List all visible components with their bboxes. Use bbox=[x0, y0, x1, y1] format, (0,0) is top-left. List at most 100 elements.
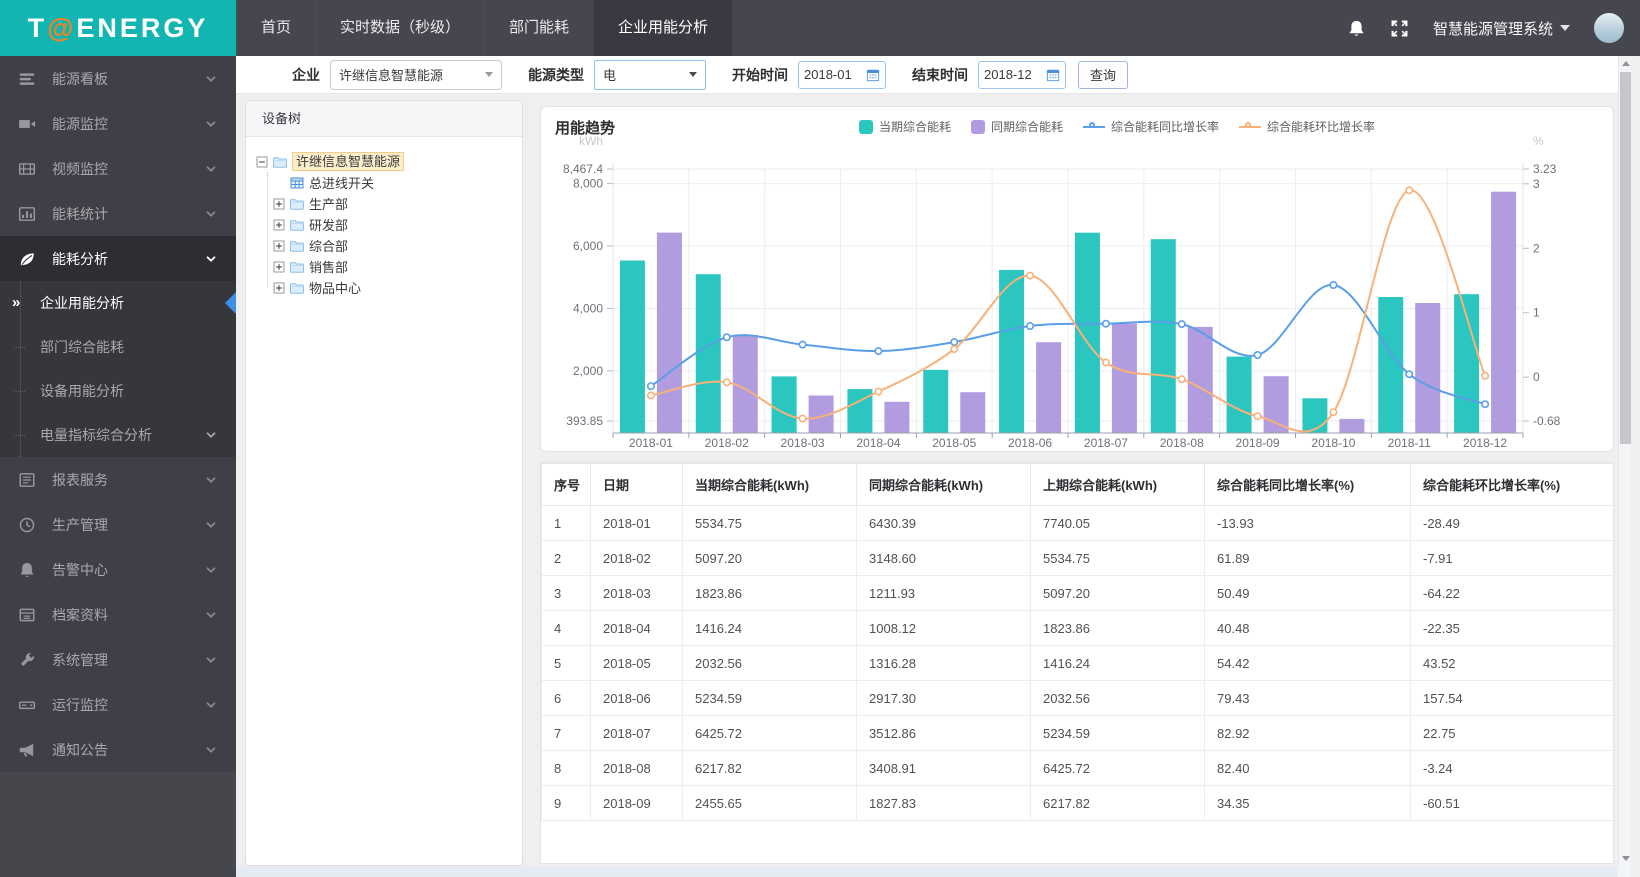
drive-icon bbox=[18, 700, 36, 709]
table-header-cell: 日期 bbox=[590, 463, 683, 506]
sidebar-subitem[interactable]: » 企业用能分析 bbox=[0, 281, 236, 325]
top-nav: 首页 实时数据（秒级） 部门能耗 企业用能分析 bbox=[236, 0, 733, 56]
sidebar-item[interactable]: 运行监控 bbox=[0, 682, 236, 727]
avatar[interactable] bbox=[1594, 13, 1624, 43]
company-select[interactable]: 许继信息智慧能源 bbox=[330, 59, 502, 90]
table-cell: 2018-04 bbox=[590, 610, 683, 646]
device-icon bbox=[290, 177, 304, 188]
calendar-icon[interactable] bbox=[1046, 68, 1060, 82]
nav-item[interactable]: 企业用能分析 bbox=[593, 0, 733, 56]
tree-node[interactable]: 研发部 bbox=[262, 214, 512, 235]
sidebar-item[interactable]: 能源看板 bbox=[0, 56, 236, 101]
table-cell: 3148.60 bbox=[856, 540, 1031, 576]
vertical-scrollbar[interactable] bbox=[1618, 56, 1631, 866]
system-name-dropdown[interactable]: 智慧能源管理系统 bbox=[1433, 18, 1570, 39]
svg-text:2018-05: 2018-05 bbox=[932, 436, 976, 450]
table-cell: -7.91 bbox=[1410, 540, 1613, 576]
tree-node[interactable]: 生产部 bbox=[262, 193, 512, 214]
sidebar-item[interactable]: 档案资料 bbox=[0, 592, 236, 637]
table-cell: 3 bbox=[541, 575, 591, 611]
table-cell: 5097.20 bbox=[1030, 575, 1205, 611]
sidebar-subitem-label: 设备用能分析 bbox=[40, 383, 124, 399]
trend-chart: 393.85 2,000 4,000 6,000 8,000 8,467.4 -0.68 0 1… bbox=[541, 107, 1613, 451]
nav-item[interactable]: 首页 bbox=[236, 0, 315, 56]
nav-item[interactable]: 部门能耗 bbox=[484, 0, 593, 56]
sidebar-item[interactable]: 能耗分析 bbox=[0, 236, 236, 281]
scroll-up-arrow-icon[interactable] bbox=[1619, 56, 1632, 71]
tree-node[interactable]: 销售部 bbox=[262, 256, 512, 277]
table-cell: 50.49 bbox=[1204, 575, 1411, 611]
chevron-down-icon bbox=[206, 701, 216, 708]
start-time-input[interactable] bbox=[804, 67, 860, 82]
sidebar-item[interactable]: 通知公告 bbox=[0, 727, 236, 772]
legend-swatch bbox=[858, 119, 873, 134]
scrollbar-corner bbox=[1618, 866, 1631, 877]
legend-line-marker bbox=[1083, 121, 1105, 128]
chevron-down-icon bbox=[206, 746, 216, 753]
film-icon bbox=[18, 162, 36, 175]
energy-type-label: 能源类型 bbox=[528, 66, 584, 83]
energy-type-value: 电 bbox=[603, 68, 617, 83]
svg-text:393.85: 393.85 bbox=[566, 414, 603, 428]
sidebar-item[interactable]: 告警中心 bbox=[0, 547, 236, 592]
stats-icon bbox=[18, 206, 36, 221]
table-row: 9 2018-09 2455.65 1827.83 6217.82 34.35 -60.51 bbox=[541, 785, 1613, 821]
table-cell: 1 bbox=[541, 505, 591, 541]
table-header-cell: 综合能耗环比增长率(%) bbox=[1410, 463, 1613, 506]
archive-icon bbox=[19, 608, 35, 621]
svg-text:2018-08: 2018-08 bbox=[1160, 436, 1204, 450]
table-cell: 2032.56 bbox=[1030, 680, 1205, 716]
sidebar-item[interactable]: 能源监控 bbox=[0, 101, 236, 146]
end-time-input[interactable] bbox=[984, 67, 1040, 82]
sidebar-item[interactable]: 视频监控 bbox=[0, 146, 236, 191]
sidebar-item[interactable]: 报表服务 bbox=[0, 457, 236, 502]
chevron-down-icon bbox=[206, 210, 216, 217]
energy-type-select[interactable]: 电 bbox=[594, 59, 706, 90]
legend-item[interactable]: 同期综合能耗 bbox=[970, 118, 1063, 135]
table-header-cell: 序号 bbox=[541, 463, 591, 506]
legend-item[interactable]: 综合能耗环比增长率 bbox=[1239, 118, 1375, 135]
svg-text:2018-03: 2018-03 bbox=[781, 436, 825, 450]
scroll-down-arrow-icon[interactable] bbox=[1619, 851, 1632, 866]
svg-text:0: 0 bbox=[1533, 370, 1540, 384]
svg-text:6,000: 6,000 bbox=[573, 239, 603, 253]
svg-text:3: 3 bbox=[1533, 177, 1540, 191]
svg-text:8,000: 8,000 bbox=[573, 177, 603, 191]
chevron-down-icon bbox=[206, 521, 216, 528]
table-cell: -64.22 bbox=[1410, 575, 1613, 611]
plus-box-icon bbox=[273, 261, 285, 272]
folder-icon bbox=[290, 240, 304, 252]
vertical-scrollbar-thumb[interactable] bbox=[1620, 72, 1631, 444]
sidebar-item[interactable]: 能耗统计 bbox=[0, 191, 236, 236]
table-cell: 1211.93 bbox=[856, 575, 1031, 611]
legend-item[interactable]: 综合能耗同比增长率 bbox=[1083, 118, 1219, 135]
wrench-icon bbox=[20, 652, 34, 666]
table-cell: 8 bbox=[541, 750, 591, 786]
tree-node[interactable]: 总进线开关 bbox=[262, 172, 512, 193]
table-cell: 5534.75 bbox=[682, 505, 857, 541]
tree-node-label: 销售部 bbox=[309, 260, 349, 275]
report-icon bbox=[19, 472, 35, 487]
sidebar: 能源看板 能源监控 视频监控 能耗统计 能耗分析 » 企业用能分析 部门综合能耗设备用能分析电… bbox=[0, 56, 236, 877]
query-button[interactable]: 查询 bbox=[1078, 60, 1129, 89]
fullscreen-icon[interactable] bbox=[1390, 19, 1409, 38]
sidebar-subitem[interactable]: 部门综合能耗 bbox=[0, 325, 236, 369]
sidebar-subitem[interactable]: 设备用能分析 bbox=[0, 369, 236, 413]
sidebar-subitem[interactable]: 电量指标综合分析 bbox=[0, 413, 236, 457]
horizontal-scrollbar[interactable] bbox=[236, 866, 1618, 877]
svg-text:%: % bbox=[1533, 134, 1544, 148]
sidebar-item[interactable]: 生产管理 bbox=[0, 502, 236, 547]
tree-node[interactable]: 综合部 bbox=[262, 235, 512, 256]
svg-text:-0.68: -0.68 bbox=[1533, 414, 1561, 428]
notification-bell-icon[interactable] bbox=[1347, 19, 1366, 38]
table-cell: 43.52 bbox=[1410, 645, 1613, 681]
nav-item[interactable]: 实时数据（秒级） bbox=[315, 0, 484, 56]
sidebar-item[interactable]: 系统管理 bbox=[0, 637, 236, 682]
legend-item[interactable]: 当期综合能耗 bbox=[858, 118, 951, 135]
svg-text:1: 1 bbox=[1533, 306, 1540, 320]
chart-title: 用能趋势 bbox=[555, 120, 616, 137]
tree-node[interactable]: 物品中心 bbox=[262, 277, 512, 298]
tree-root-node[interactable]: 许继信息智慧能源 bbox=[256, 151, 512, 172]
chart-legend: 当期综合能耗 同期综合能耗 综合能耗同比增长率 综合能耗环比增长率 bbox=[661, 118, 1573, 135]
calendar-icon[interactable] bbox=[866, 68, 880, 82]
